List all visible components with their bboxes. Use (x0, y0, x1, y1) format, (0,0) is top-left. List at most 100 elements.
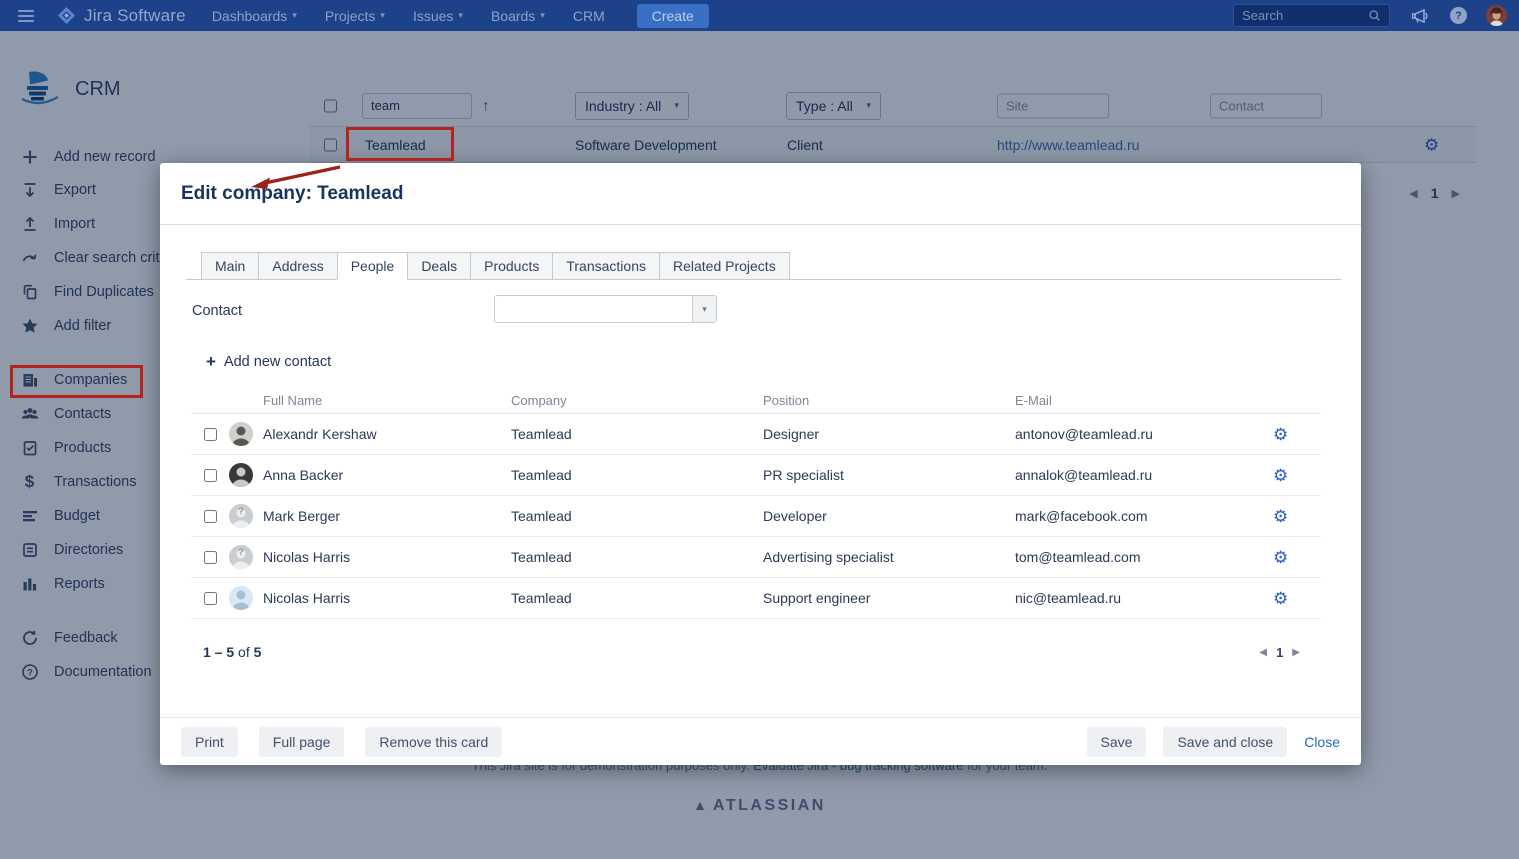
contact-name[interactable]: Nicolas Harris (263, 549, 511, 565)
nav-item-projects[interactable]: Projects▾ (325, 8, 385, 24)
top-navbar: Jira Software Dashboards▾ Projects▾ Issu… (0, 0, 1519, 31)
combobox-dropdown-button[interactable]: ▾ (692, 296, 716, 322)
navbar-menu: Dashboards▾ Projects▾ Issues▾ Boards▾ CR… (212, 8, 605, 24)
contact-avatar: ? (229, 422, 253, 446)
nav-item-dashboards[interactable]: Dashboards▾ (212, 8, 297, 24)
chevron-down-icon: ▾ (702, 304, 707, 315)
row-checkbox[interactable] (204, 592, 217, 605)
contact-position: Designer (763, 426, 1015, 442)
page-number[interactable]: 1 (1276, 645, 1283, 660)
contact-company: Teamlead (511, 549, 763, 565)
plus-icon: + (206, 352, 216, 372)
contact-avatar: ? (229, 545, 253, 569)
close-link[interactable]: Close (1304, 734, 1340, 750)
row-checkbox[interactable] (204, 510, 217, 523)
contact-avatar: ? (229, 504, 253, 528)
header-position: Position (763, 393, 1015, 408)
contact-name[interactable]: Alexandr Kershaw (263, 426, 511, 442)
annotation-arrow (240, 158, 350, 196)
previous-page-icon[interactable]: ◀ (1259, 647, 1267, 658)
chevron-down-icon: ▾ (380, 10, 385, 21)
tab-deals[interactable]: Deals (407, 252, 471, 280)
contact-company: Teamlead (511, 426, 763, 442)
contact-company: Teamlead (511, 467, 763, 483)
contact-field-label: Contact (192, 303, 242, 319)
nav-item-boards[interactable]: Boards▾ (491, 8, 545, 24)
gear-icon[interactable]: ⚙ (1273, 508, 1321, 525)
contact-email: annalok@teamlead.ru (1015, 467, 1273, 483)
tab-main[interactable]: Main (201, 252, 259, 280)
contact-combobox[interactable]: ▾ (494, 295, 717, 323)
contact-email: nic@teamlead.ru (1015, 590, 1273, 606)
chevron-down-icon: ▾ (458, 10, 463, 21)
contacts-table-header: Full Name Company Position E-Mail (191, 387, 1321, 414)
contact-name[interactable]: Anna Backer (263, 467, 511, 483)
contacts-table: Full Name Company Position E-Mail ? Alex… (191, 387, 1321, 619)
print-button[interactable]: Print (181, 727, 238, 757)
contact-name[interactable]: Nicolas Harris (263, 590, 511, 606)
tab-related-projects[interactable]: Related Projects (659, 252, 790, 280)
user-avatar[interactable] (1486, 5, 1507, 26)
header-company: Company (511, 393, 763, 408)
contacts-pagination: ◀ 1 ▶ (1259, 645, 1300, 660)
contact-email: mark@facebook.com (1015, 508, 1273, 524)
contact-email: tom@teamlead.com (1015, 549, 1273, 565)
edit-company-dialog: Edit company: Teamlead Main Address Peop… (160, 163, 1361, 765)
contact-name[interactable]: Mark Berger (263, 508, 511, 524)
save-and-close-button[interactable]: Save and close (1163, 727, 1287, 757)
row-checkbox[interactable] (204, 469, 217, 482)
nav-item-crm[interactable]: CRM (573, 8, 605, 24)
chevron-down-icon: ▾ (292, 10, 297, 21)
gear-icon[interactable]: ⚙ (1273, 426, 1321, 443)
contact-position: Developer (763, 508, 1015, 524)
hamburger-menu-icon[interactable] (18, 10, 34, 22)
contact-position: Advertising specialist (763, 549, 1015, 565)
row-checkbox[interactable] (204, 551, 217, 564)
contact-avatar: ? (229, 586, 253, 610)
contact-combobox-input[interactable] (495, 296, 692, 322)
next-page-icon[interactable]: ▶ (1292, 647, 1300, 658)
footer-right-buttons: Save Save and close Close (1087, 727, 1340, 757)
tab-products[interactable]: Products (470, 252, 553, 280)
contact-avatar: ? (229, 463, 253, 487)
header-full-name: Full Name (263, 393, 511, 408)
contact-company: Teamlead (511, 590, 763, 606)
footer-left-buttons: Print Full page Remove this card (181, 727, 502, 757)
save-button[interactable]: Save (1087, 727, 1147, 757)
contact-row[interactable]: ? Alexandr Kershaw Teamlead Designer ant… (191, 414, 1321, 455)
chevron-down-icon: ▾ (540, 10, 545, 21)
contact-row[interactable]: ? Anna Backer Teamlead PR specialist ann… (191, 455, 1321, 496)
dialog-footer: Print Full page Remove this card Save Sa… (160, 717, 1361, 765)
contact-row[interactable]: ? Nicolas Harris Teamlead Support engine… (191, 578, 1321, 619)
dialog-tabs: Main Address People Deals Products Trans… (186, 252, 1341, 280)
nav-item-issues[interactable]: Issues▾ (413, 8, 463, 24)
gear-icon[interactable]: ⚙ (1273, 549, 1321, 566)
row-checkbox[interactable] (204, 428, 217, 441)
header-email: E-Mail (1015, 393, 1273, 408)
contact-company: Teamlead (511, 508, 763, 524)
annotation-box-companies (10, 365, 143, 398)
search-icon (1368, 9, 1381, 22)
create-button[interactable]: Create (637, 4, 709, 28)
announcements-icon[interactable] (1411, 8, 1429, 24)
remove-card-button[interactable]: Remove this card (365, 727, 502, 757)
gear-icon[interactable]: ⚙ (1273, 590, 1321, 607)
contact-row[interactable]: ? Nicolas Harris Teamlead Advertising sp… (191, 537, 1321, 578)
jira-logo-text: Jira Software (84, 6, 186, 26)
contact-email: antonov@teamlead.ru (1015, 426, 1273, 442)
tab-transactions[interactable]: Transactions (552, 252, 660, 280)
full-page-button[interactable]: Full page (259, 727, 345, 757)
contact-row[interactable]: ? Mark Berger Teamlead Developer mark@fa… (191, 496, 1321, 537)
navbar-right: Search ? (1233, 4, 1507, 27)
add-new-contact-button[interactable]: + Add new contact (206, 352, 331, 372)
tab-address[interactable]: Address (258, 252, 337, 280)
jira-diamond-icon (57, 6, 76, 25)
gear-icon[interactable]: ⚙ (1273, 467, 1321, 484)
tab-people[interactable]: People (337, 252, 409, 280)
contact-position: Support engineer (763, 590, 1015, 606)
search-input[interactable]: Search (1233, 4, 1390, 27)
results-range: 1 – 5 of 5 (203, 644, 261, 660)
contact-position: PR specialist (763, 467, 1015, 483)
jira-logo[interactable]: Jira Software (57, 6, 186, 26)
help-icon[interactable]: ? (1450, 7, 1467, 24)
